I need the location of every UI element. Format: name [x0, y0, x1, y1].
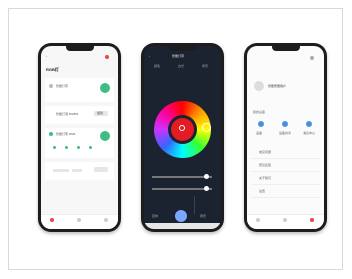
- mode-icon[interactable]: [77, 146, 80, 149]
- center-power-button[interactable]: [175, 210, 187, 222]
- brightness-slider[interactable]: [152, 176, 212, 178]
- settings-icon[interactable]: [310, 56, 314, 60]
- device-name: 智能灯带: [56, 84, 69, 88]
- power-button[interactable]: [100, 83, 110, 93]
- device-icon[interactable]: [258, 121, 264, 127]
- device-name: 智能灯泡 RGBW: [56, 112, 79, 116]
- color-wheel[interactable]: [154, 101, 211, 158]
- phone-notch: [271, 46, 300, 51]
- menu-label: 意见反馈: [259, 163, 272, 167]
- menu-item[interactable]: 常见问题: [251, 146, 320, 159]
- tab-devices-icon[interactable]: [256, 218, 260, 222]
- profile-screen: 智能家居用户 我的设备 设备 设备共享 消息中心 常见问题 意见反馈 关于我们 …: [247, 46, 324, 229]
- mode-tab-color[interactable]: 颜色: [154, 64, 160, 68]
- mode-tab-white[interactable]: 白光: [178, 64, 184, 68]
- music-button[interactable]: 音乐: [200, 214, 206, 218]
- color-control-screen: ‹ 智能灯带 颜色 白光 场景 定时 音乐: [144, 46, 221, 229]
- avatar[interactable]: [254, 81, 264, 91]
- back-icon[interactable]: ‹: [46, 54, 47, 58]
- menu-item[interactable]: 设置: [251, 185, 320, 198]
- tab-scenes-icon[interactable]: [77, 218, 81, 222]
- phone-profile: 智能家居用户 我的设备 设备 设备共享 消息中心 常见问题 意见反馈 关于我们 …: [244, 43, 327, 232]
- message-icon[interactable]: [306, 121, 312, 127]
- section-title: 我的设备: [253, 110, 266, 114]
- decorative-line: [194, 196, 195, 214]
- device-title: 智能灯带: [172, 54, 185, 58]
- saturation-slider[interactable]: [152, 188, 212, 190]
- power-button[interactable]: [100, 131, 110, 141]
- mode-icon[interactable]: [89, 146, 92, 149]
- color-picker-handle[interactable]: [202, 123, 211, 132]
- menu-item[interactable]: 意见反馈: [251, 159, 320, 172]
- power-icon: [179, 125, 185, 131]
- shortcut-label: 设备: [256, 131, 263, 135]
- menu-item[interactable]: 关于我们: [251, 172, 320, 185]
- tab-profile-icon[interactable]: [104, 218, 108, 222]
- phone-notch: [168, 46, 197, 51]
- mode-icon[interactable]: [65, 146, 68, 149]
- phone-device-list: ‹ RGB灯 智能灯带 智能灯泡 RGBW 编辑 智能灯带 RGB: [38, 43, 121, 232]
- phone-color-control: ‹ 智能灯带 颜色 白光 场景 定时 音乐: [141, 43, 224, 232]
- username: 智能家居用户: [268, 84, 287, 88]
- timer-button[interactable]: 定时: [152, 214, 158, 218]
- placeholder-text: [72, 169, 82, 172]
- edit-label: 编辑: [97, 111, 104, 115]
- tab-profile-icon[interactable]: [310, 218, 314, 222]
- shortcut-label: 消息中心: [303, 131, 316, 135]
- add-icon[interactable]: [105, 55, 109, 59]
- bulb-icon: [49, 84, 53, 88]
- brightness-slider-thumb[interactable]: [204, 174, 209, 179]
- mode-tab-scene[interactable]: 场景: [202, 64, 208, 68]
- mode-icon[interactable]: [53, 146, 56, 149]
- menu-label: 常见问题: [259, 150, 272, 154]
- bulb-icon: [49, 132, 53, 136]
- page-title: RGB灯: [46, 67, 59, 72]
- device-name: 智能灯带 RGB: [56, 132, 76, 136]
- shortcut-label: 设备共享: [279, 131, 292, 135]
- saturation-slider-thumb[interactable]: [204, 186, 209, 191]
- menu-label: 关于我们: [259, 176, 272, 180]
- tab-scenes-icon[interactable]: [283, 218, 287, 222]
- bottom-panel: [144, 223, 221, 229]
- device-list-screen: ‹ RGB灯 智能灯带 智能灯泡 RGBW 编辑 智能灯带 RGB: [41, 46, 118, 229]
- tab-devices-icon[interactable]: [50, 218, 54, 222]
- edit-button[interactable]: [94, 167, 108, 172]
- back-icon[interactable]: ‹: [149, 54, 150, 58]
- share-icon[interactable]: [282, 121, 288, 127]
- menu-label: 设置: [259, 189, 266, 193]
- phone-notch: [65, 46, 94, 51]
- placeholder-text: [53, 169, 69, 172]
